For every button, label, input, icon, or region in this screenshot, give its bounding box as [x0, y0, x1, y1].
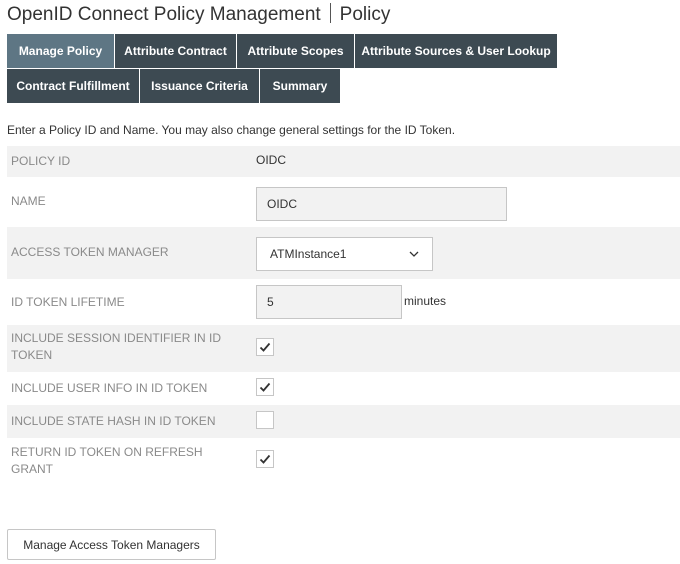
include-user-info-checkbox[interactable]	[256, 378, 274, 396]
tab-contract-fulfillment[interactable]: Contract Fulfillment	[7, 69, 139, 103]
return-id-token-on-refresh-label: Return ID Token on Refresh Grant	[11, 445, 203, 476]
title-separator	[329, 3, 331, 23]
row-include-state-hash: Include State Hash in ID Token	[7, 405, 680, 438]
manage-access-token-managers-button[interactable]: Manage Access Token Managers	[7, 529, 216, 560]
tab-manage-policy[interactable]: Manage Policy	[7, 34, 114, 68]
policy-form: Policy ID OIDC Name OIDC Access Token Ma…	[7, 146, 680, 484]
page-title-sub: Policy	[339, 4, 391, 25]
row-return-id-token-on-refresh: Return ID Token on Refresh Grant	[7, 438, 680, 484]
id-token-lifetime-label: ID Token Lifetime	[11, 295, 125, 309]
page-title: OpenID Connect Policy Management Policy	[7, 3, 390, 26]
page-title-main: OpenID Connect Policy Management	[7, 4, 321, 25]
access-token-manager-select[interactable]: ATMInstance1	[256, 237, 433, 271]
return-id-token-on-refresh-checkbox[interactable]	[256, 450, 274, 468]
tab-attribute-contract[interactable]: Attribute Contract	[115, 34, 236, 68]
row-include-session-identifier: Include Session Identifier in ID Token	[7, 325, 680, 372]
row-access-token-manager: Access Token Manager ATMInstance1	[7, 227, 680, 279]
access-token-manager-label: Access Token Manager	[11, 245, 169, 259]
name-input[interactable]: OIDC	[256, 187, 507, 221]
checkmark-icon	[259, 454, 271, 464]
tab-issuance-criteria[interactable]: Issuance Criteria	[140, 69, 259, 103]
access-token-manager-value: ATMInstance1	[270, 247, 347, 261]
checkmark-icon	[259, 342, 271, 352]
include-state-hash-checkbox[interactable]	[256, 411, 274, 429]
row-id-token-lifetime: ID Token Lifetime 5 minutes	[7, 279, 680, 325]
include-session-identifier-label: Include Session Identifier in ID Token	[11, 331, 222, 362]
chevron-down-icon	[409, 251, 419, 257]
name-label: Name	[11, 194, 46, 208]
policy-id-value: OIDC	[256, 153, 286, 167]
row-name: Name OIDC	[7, 177, 680, 227]
include-state-hash-label: Include State Hash in ID Token	[11, 414, 216, 428]
id-token-lifetime-input[interactable]: 5	[256, 285, 402, 319]
row-include-user-info: Include User Info in ID Token	[7, 372, 680, 405]
include-user-info-label: Include User Info in ID Token	[11, 381, 208, 395]
policy-page: OpenID Connect Policy Management Policy M…	[0, 0, 680, 564]
tab-attribute-sources-user-lookup[interactable]: Attribute Sources & User Lookup	[355, 34, 557, 68]
tab-summary[interactable]: Summary	[260, 69, 340, 103]
tab-bar-row-2: Contract Fulfillment Issuance Criteria S…	[7, 69, 341, 103]
intro-text: Enter a Policy ID and Name. You may also…	[7, 123, 456, 137]
row-policy-id: Policy ID OIDC	[7, 146, 680, 177]
policy-id-label: Policy ID	[11, 154, 71, 168]
include-session-identifier-checkbox[interactable]	[256, 338, 274, 356]
tab-bar-row-1: Manage Policy Attribute Contract Attribu…	[7, 34, 558, 68]
checkmark-icon	[259, 382, 271, 392]
tab-attribute-scopes[interactable]: Attribute Scopes	[237, 34, 354, 68]
id-token-lifetime-unit: minutes	[404, 294, 447, 308]
